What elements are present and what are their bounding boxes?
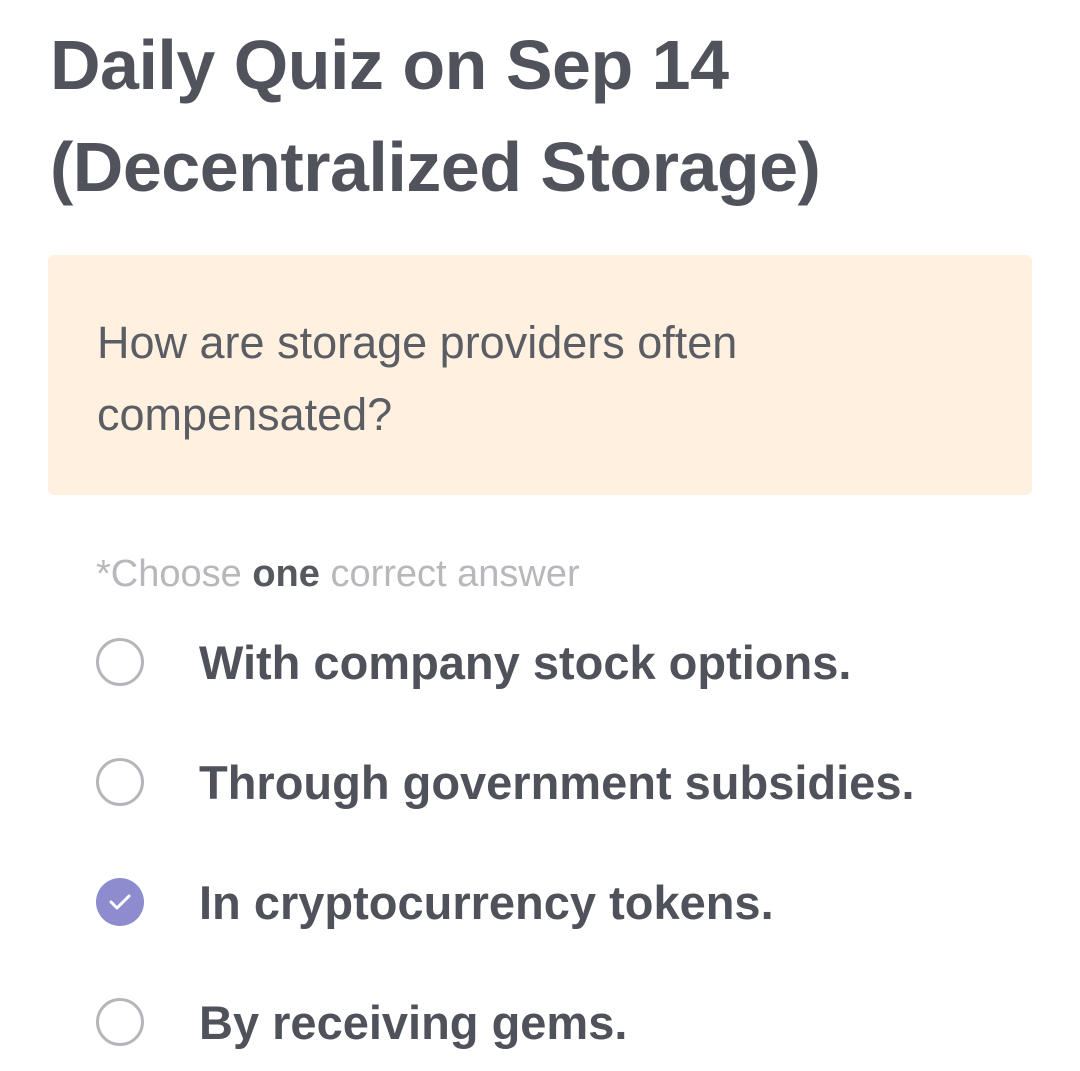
answer-option-label: With company stock options. (199, 635, 852, 689)
radio-unchecked-icon[interactable] (96, 638, 144, 686)
radio-unchecked-icon[interactable] (96, 998, 144, 1046)
question-card: How are storage providers often compensa… (48, 255, 1032, 495)
answer-option-label: By receiving gems. (199, 995, 628, 1049)
radio-checked-icon[interactable] (96, 878, 144, 926)
answer-option-1[interactable]: With company stock options. (96, 632, 1036, 692)
quiz-title-line2: (Decentralized Storage) (50, 128, 821, 206)
quiz-title: Daily Quiz on Sep 14 (Decentralized Stor… (50, 14, 1030, 218)
quiz-title-line1: Daily Quiz on Sep 14 (50, 26, 729, 104)
answer-option-label: Through government subsidies. (199, 755, 915, 809)
checkmark-icon (109, 894, 131, 910)
answer-option-3[interactable]: In cryptocurrency tokens. (96, 872, 1036, 932)
answer-option-2[interactable]: Through government subsidies. (96, 752, 1036, 812)
instruction-emphasis: one (252, 553, 320, 595)
answer-option-label: In cryptocurrency tokens. (199, 875, 774, 929)
instruction-prefix: *Choose (96, 553, 253, 595)
instruction-suffix: correct answer (319, 553, 580, 595)
answer-instruction: *Choose one correct answer (96, 548, 580, 600)
question-text: How are storage providers often compensa… (97, 317, 738, 440)
answer-option-4[interactable]: By receiving gems. (96, 992, 1036, 1052)
radio-unchecked-icon[interactable] (96, 758, 144, 806)
